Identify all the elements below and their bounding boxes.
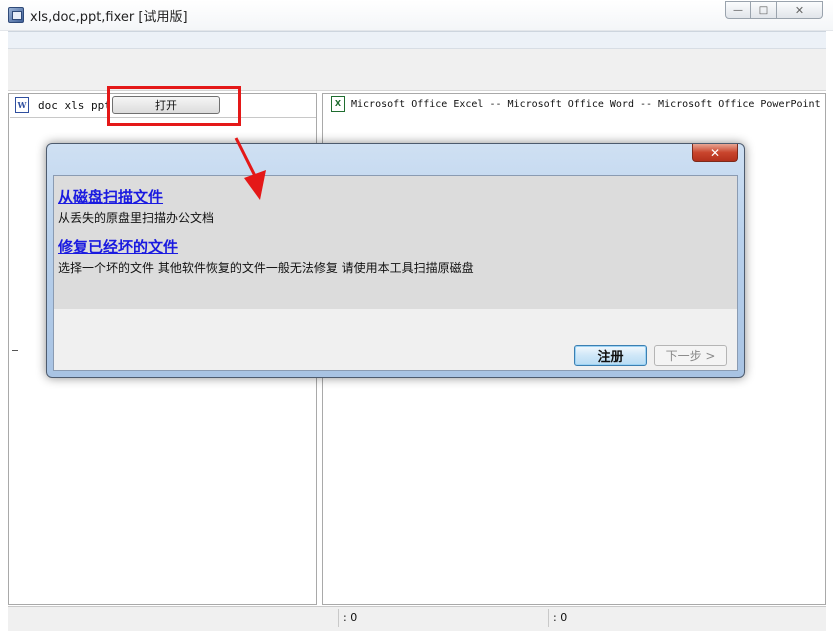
minimize-button[interactable]: — [725, 1, 751, 19]
repair-file-link[interactable]: 修复已经坏的文件 [58, 236, 178, 257]
maximize-button[interactable]: □ [751, 1, 777, 19]
next-step-button[interactable]: 下一步 > [654, 345, 727, 366]
toolbar [8, 49, 826, 91]
scan-disk-description: 从丢失的原盘里扫描办公文档 [58, 211, 215, 225]
file-types-label: doc xls ppt [38, 99, 111, 112]
status-cell-1: : 0 [338, 609, 543, 627]
red-arrow-annotation [234, 137, 266, 200]
register-button[interactable]: 注册 [574, 345, 647, 366]
word-document-icon: W [15, 97, 29, 113]
tree-line [12, 350, 18, 351]
status-cell-2: : 0 [548, 609, 813, 627]
scan-disk-link[interactable]: 从磁盘扫描文件 [58, 186, 163, 207]
dialog-close-button[interactable]: ✕ [692, 144, 738, 162]
close-button[interactable]: ✕ [777, 1, 823, 19]
excel-document-icon: X [331, 96, 345, 112]
app-icon [8, 7, 24, 23]
highlight-box [107, 86, 241, 126]
repair-file-description: 选择一个坏的文件 其他软件恢复的文件一般无法修复 请使用本工具扫描原磁盘 [58, 261, 474, 275]
menu-band [8, 31, 826, 49]
supported-formats-header: Microsoft Office Excel -- Microsoft Offi… [351, 99, 821, 110]
window-title: xls,doc,ppt,fixer [试用版] [30, 10, 188, 25]
